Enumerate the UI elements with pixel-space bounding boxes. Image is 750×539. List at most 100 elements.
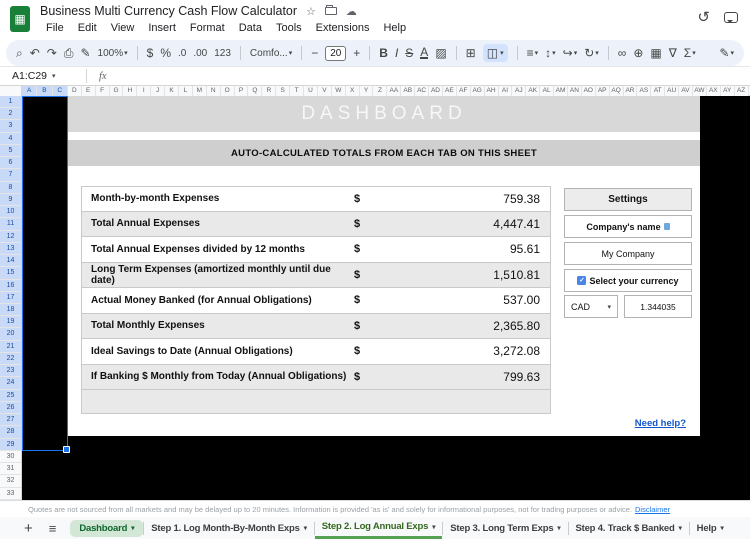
table-row[interactable]: Total Monthly Expenses $ 2,365.80 bbox=[81, 313, 551, 339]
row-header[interactable]: 1 bbox=[0, 96, 21, 109]
row-header[interactable]: 12 bbox=[0, 230, 21, 243]
functions-button[interactable]: Σ ▾ bbox=[684, 46, 696, 60]
tab-step3-long-term-exps[interactable]: Step 3. Long Term Exps ▾ bbox=[443, 517, 567, 539]
column-header[interactable]: AQ bbox=[609, 86, 624, 96]
row-header[interactable]: 25 bbox=[0, 389, 21, 402]
row-value[interactable]: 2,365.80 bbox=[380, 319, 550, 333]
increase-decimal-button[interactable]: .00 bbox=[193, 48, 207, 59]
column-header[interactable]: M bbox=[192, 86, 207, 96]
currency-symbol[interactable]: $ bbox=[354, 193, 380, 205]
all-sheets-icon[interactable]: ≡ bbox=[49, 521, 57, 536]
row-header[interactable]: 4 bbox=[0, 132, 21, 145]
disclaimer-link[interactable]: Disclaimer bbox=[635, 505, 670, 514]
percent-format-button[interactable]: % bbox=[160, 46, 171, 60]
row-header[interactable]: 10 bbox=[0, 206, 21, 219]
tab-step1-log-month-by-month-exps[interactable]: Step 1. Log Month-By-Month Exps ▾ bbox=[144, 517, 314, 539]
row-header[interactable]: 24 bbox=[0, 377, 21, 390]
row-header[interactable]: 16 bbox=[0, 279, 21, 292]
menu-item[interactable]: Tools bbox=[270, 21, 308, 35]
currency-symbol[interactable]: $ bbox=[354, 218, 380, 230]
row-value[interactable]: 1,510.81 bbox=[380, 268, 550, 282]
column-header[interactable]: AZ bbox=[734, 86, 749, 96]
menu-item[interactable]: View bbox=[105, 21, 141, 35]
row-header[interactable]: 30 bbox=[0, 451, 21, 464]
column-header[interactable]: AK bbox=[526, 86, 541, 96]
row-label[interactable]: Actual Money Banked (for Annual Obligati… bbox=[82, 295, 354, 306]
exchange-rate-value[interactable]: 1.344035 bbox=[624, 295, 692, 318]
column-header[interactable]: AB bbox=[401, 86, 416, 96]
row-label[interactable]: Ideal Savings to Date (Annual Obligation… bbox=[82, 346, 354, 357]
text-wrap-button[interactable]: ↪ ▾ bbox=[563, 46, 578, 60]
column-header[interactable]: G bbox=[109, 86, 124, 96]
row-header[interactable]: 14 bbox=[0, 255, 21, 268]
merge-cells-button[interactable]: ◫ ▾ bbox=[482, 44, 508, 62]
insert-chart-button[interactable]: ▦ bbox=[650, 46, 661, 60]
table-row[interactable]: Total Annual Expenses divided by 12 mont… bbox=[81, 237, 551, 263]
currency-symbol[interactable]: $ bbox=[354, 320, 380, 332]
currency-symbol[interactable]: $ bbox=[354, 371, 380, 383]
version-history-icon[interactable]: ↺ bbox=[697, 8, 710, 26]
row-label[interactable]: Month-by-month Expenses bbox=[82, 193, 354, 204]
currency-symbol[interactable]: $ bbox=[354, 294, 380, 306]
table-row[interactable]: Actual Money Banked (for Annual Obligati… bbox=[81, 288, 551, 314]
column-header[interactable]: AC bbox=[415, 86, 430, 96]
menu-item[interactable]: File bbox=[40, 21, 70, 35]
column-header[interactable]: AT bbox=[651, 86, 666, 96]
column-header[interactable]: AG bbox=[470, 86, 485, 96]
paint-format-icon[interactable]: ✎ bbox=[80, 46, 90, 60]
column-header[interactable]: AR bbox=[623, 86, 638, 96]
row-header[interactable]: 7 bbox=[0, 169, 21, 182]
column-header[interactable]: AJ bbox=[512, 86, 527, 96]
column-header[interactable]: B bbox=[37, 86, 53, 96]
row-value[interactable]: 4,447.41 bbox=[380, 217, 550, 231]
row-label[interactable]: If Banking $ Monthly from Today (Annual … bbox=[82, 371, 354, 382]
row-header[interactable]: 28 bbox=[0, 426, 21, 439]
tab-dashboard[interactable]: Dashboard ▾ bbox=[70, 519, 144, 537]
table-row[interactable]: Month-by-month Expenses $ 759.38 bbox=[81, 186, 551, 212]
column-header[interactable]: AU bbox=[665, 86, 680, 96]
row-header[interactable]: 27 bbox=[0, 414, 21, 427]
vertical-align-button[interactable]: ↕ ▾ bbox=[545, 46, 556, 60]
insert-link-button[interactable]: ∞ bbox=[618, 46, 627, 60]
undo-icon[interactable]: ↶ bbox=[30, 46, 40, 60]
column-header[interactable]: AE bbox=[442, 86, 457, 96]
column-header[interactable]: AF bbox=[456, 86, 471, 96]
dashboard-subtitle[interactable]: AUTO-CALCULATED TOTALS FROM EACH TAB ON … bbox=[68, 140, 700, 166]
row-header[interactable]: 33 bbox=[0, 488, 21, 500]
decrease-decimal-button[interactable]: .0 bbox=[178, 48, 186, 59]
column-header[interactable]: D bbox=[67, 86, 82, 96]
row-header[interactable]: 9 bbox=[0, 193, 21, 207]
insert-comment-button[interactable]: ⊕ bbox=[633, 46, 643, 60]
column-header[interactable]: T bbox=[290, 86, 305, 96]
create-filter-button[interactable]: ∇ bbox=[669, 46, 677, 60]
row-header[interactable]: 21 bbox=[0, 340, 21, 353]
row-header[interactable]: 23 bbox=[0, 365, 21, 378]
column-header[interactable]: AO bbox=[581, 86, 596, 96]
column-header[interactable]: AV bbox=[679, 86, 693, 96]
row-header[interactable]: 8 bbox=[0, 181, 21, 194]
column-header[interactable]: AH bbox=[484, 86, 499, 96]
column-header[interactable]: AA bbox=[387, 86, 402, 96]
row-header[interactable]: 31 bbox=[0, 463, 21, 476]
row-label[interactable]: Total Monthly Expenses bbox=[82, 320, 354, 331]
column-header[interactable]: AY bbox=[720, 86, 735, 96]
tab-step4-track-banked[interactable]: Step 4. Track $ Banked ▾ bbox=[569, 517, 689, 539]
row-header[interactable]: 29 bbox=[0, 438, 21, 451]
more-formats-button[interactable]: 123 bbox=[214, 48, 231, 59]
row-header[interactable]: 20 bbox=[0, 328, 21, 341]
row-header[interactable]: 18 bbox=[0, 303, 21, 317]
row-header[interactable]: 13 bbox=[0, 242, 21, 256]
menu-item[interactable]: Format bbox=[184, 21, 231, 35]
row-header[interactable]: 22 bbox=[0, 352, 21, 366]
row-value[interactable]: 3,272.08 bbox=[380, 344, 550, 358]
row-label[interactable]: Total Annual Expenses bbox=[82, 218, 354, 229]
column-header[interactable]: P bbox=[234, 86, 249, 96]
column-header[interactable]: U bbox=[304, 86, 318, 96]
column-header[interactable]: F bbox=[95, 86, 110, 96]
column-header[interactable]: E bbox=[81, 86, 96, 96]
dashboard-title[interactable]: DASHBOARD bbox=[68, 96, 700, 132]
text-rotation-button[interactable]: ↻ ▾ bbox=[584, 46, 599, 60]
add-sheet-icon[interactable]: + bbox=[24, 520, 33, 537]
text-color-button[interactable]: A bbox=[420, 46, 429, 59]
row-header[interactable]: 19 bbox=[0, 316, 21, 329]
